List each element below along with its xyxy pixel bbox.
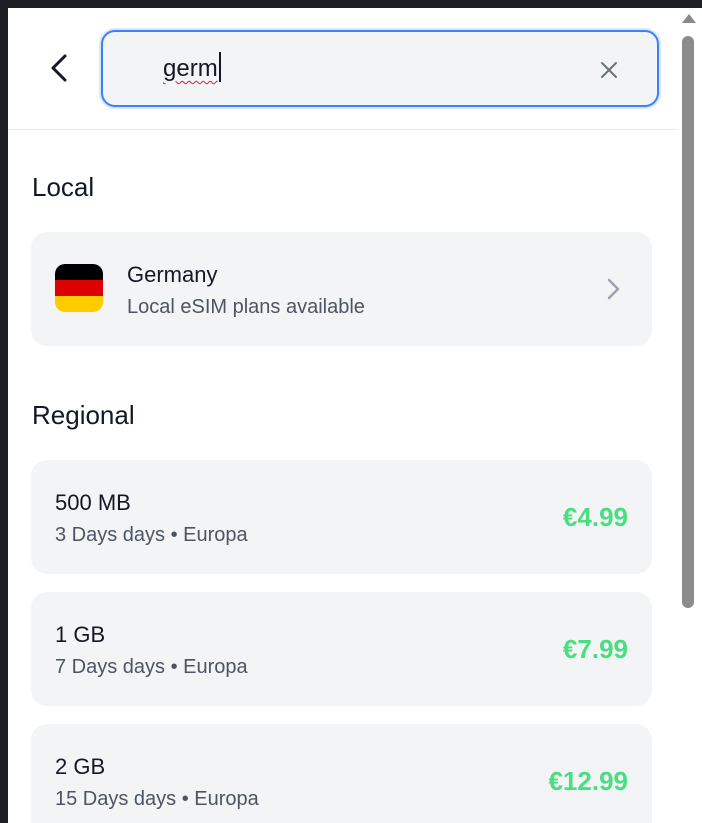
plan-price: €7.99 [562, 634, 628, 664]
app-window: germ Local Germany Local eSIM plans avai… [8, 8, 678, 823]
plan-data-amount: 1 GB [55, 622, 106, 647]
search-input[interactable]: germ [163, 52, 583, 88]
clear-search-button[interactable] [597, 58, 621, 82]
plan-price: €4.99 [562, 502, 628, 532]
flag-stripe-red [55, 280, 103, 296]
section-title-local: Local [32, 172, 95, 202]
plan-data-amount: 2 GB [55, 754, 106, 779]
vertical-scrollbar[interactable] [678, 8, 702, 823]
search-input-value: germ [163, 55, 218, 82]
regional-plan-row[interactable]: 2 GB 15 Days days • Europa €12.99 [31, 724, 652, 823]
plan-details: 15 Days days • Europa [55, 788, 259, 810]
country-subtitle: Local eSIM plans available [127, 296, 365, 318]
chevron-left-icon [51, 54, 67, 82]
country-result-germany[interactable]: Germany Local eSIM plans available [31, 232, 652, 346]
section-title-regional: Regional [32, 400, 135, 430]
chevron-right-icon [603, 276, 623, 302]
plan-details: 3 Days days • Europa [55, 524, 248, 546]
country-name: Germany [127, 262, 218, 287]
flag-stripe-gold [55, 296, 103, 312]
germany-flag-icon [55, 264, 103, 312]
back-button[interactable] [44, 48, 76, 88]
regional-plan-row[interactable]: 500 MB 3 Days days • Europa €4.99 [31, 460, 652, 574]
plan-price: €12.99 [548, 766, 628, 796]
scrollbar-thumb[interactable] [682, 36, 694, 608]
flag-stripe-black [55, 264, 103, 280]
close-icon [601, 62, 617, 78]
search-field[interactable]: germ [101, 30, 659, 107]
scroll-up-arrow-icon[interactable] [682, 14, 696, 23]
plan-data-amount: 500 MB [55, 490, 131, 515]
search-header: germ [8, 8, 678, 130]
regional-plan-row[interactable]: 1 GB 7 Days days • Europa €7.99 [31, 592, 652, 706]
plan-details: 7 Days days • Europa [55, 656, 248, 678]
text-caret [218, 52, 221, 82]
